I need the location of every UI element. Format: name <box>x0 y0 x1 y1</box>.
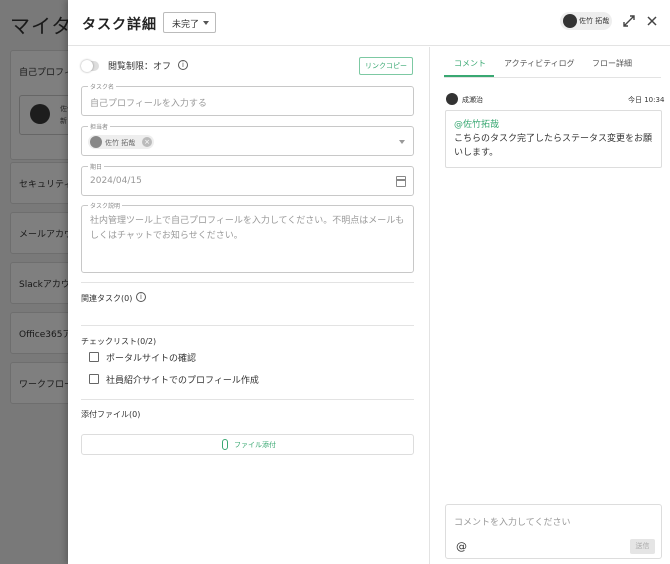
divider <box>81 282 414 283</box>
chevron-down-icon <box>399 140 405 144</box>
close-icon[interactable] <box>645 14 659 28</box>
tab-flow-details[interactable]: フロー詳細 <box>592 58 632 69</box>
paperclip-icon <box>222 439 228 450</box>
page-title: タスク詳細 <box>82 17 157 33</box>
tab-comments[interactable]: コメント <box>454 58 486 69</box>
comment-timestamp: 今日 10:34 <box>628 96 665 104</box>
access-label: 閲覧制限：オフ <box>108 62 172 72</box>
calendar-icon[interactable] <box>396 176 406 187</box>
user-chip[interactable]: 佐竹 拓哉 <box>560 12 612 30</box>
active-tab-indicator <box>444 75 494 77</box>
access-toggle[interactable] <box>81 60 99 72</box>
comment-body: こちらのタスク完了したらステータス変更をお願いします。 <box>454 134 653 158</box>
attachments-label: 添付ファイル(0) <box>81 410 141 419</box>
avatar <box>446 93 458 105</box>
info-icon[interactable]: i <box>178 60 188 70</box>
mention-icon[interactable]: @ <box>456 540 467 553</box>
attach-file-button[interactable]: ファイル添付 <box>81 434 414 455</box>
info-icon[interactable]: i <box>136 292 146 302</box>
divider <box>81 325 414 326</box>
avatar <box>563 14 577 28</box>
comment-author: 成瀬治 <box>462 96 483 104</box>
related-tasks-label: 関連タスク(0) <box>81 294 133 303</box>
task-description-field[interactable]: タスク説明 社内管理ツール上で自己プロフィールを入力してください。不明点はメール… <box>81 201 414 273</box>
comment-bubble: @佐竹拓哉 こちらのタスク完了したらステータス変更をお願いします。 <box>445 110 662 168</box>
checklist-checkbox[interactable] <box>89 374 99 384</box>
due-date-field[interactable]: 期日 2024/04/15 <box>81 162 414 196</box>
comment-input[interactable]: コメントを入力してください @ 送信 <box>445 504 662 559</box>
checklist-checkbox[interactable] <box>89 352 99 362</box>
avatar <box>90 136 102 148</box>
mention-link[interactable]: @佐竹拓哉 <box>454 118 653 132</box>
task-detail-panel: タスク詳細 未完了 佐竹 拓哉 閲覧制限：オフ i リンクコピー タスク名 自己… <box>68 0 670 564</box>
expand-icon[interactable] <box>622 14 636 28</box>
checklist-item: 社員紹介サイトでのプロフィール作成 <box>106 376 259 386</box>
tab-activity-log[interactable]: アクティビティログ <box>504 58 575 69</box>
checklist-label: チェックリスト(0/2) <box>81 337 157 346</box>
task-form: 閲覧制限：オフ i リンクコピー タスク名 自己プロフィールを入力する 担当者 … <box>68 47 429 564</box>
comments-panel: コメント アクティビティログ フロー詳細 成瀬治 今日 10:34 @佐竹拓哉 … <box>430 47 670 564</box>
link-copy-button[interactable]: リンクコピー <box>359 57 413 75</box>
send-button[interactable]: 送信 <box>630 539 655 554</box>
assignee-select[interactable]: 担当者 佐竹 拓哉 × <box>81 122 414 156</box>
assignee-chip: 佐竹 拓哉 × <box>88 135 154 149</box>
status-select[interactable]: 未完了 <box>163 12 216 33</box>
checklist-item: ポータルサイトの確認 <box>106 354 197 364</box>
divider <box>81 399 414 400</box>
panel-header: タスク詳細 未完了 佐竹 拓哉 <box>68 0 670 46</box>
remove-icon[interactable]: × <box>142 137 152 147</box>
chevron-down-icon <box>203 21 209 25</box>
task-name-field[interactable]: タスク名 自己プロフィールを入力する <box>81 82 414 116</box>
